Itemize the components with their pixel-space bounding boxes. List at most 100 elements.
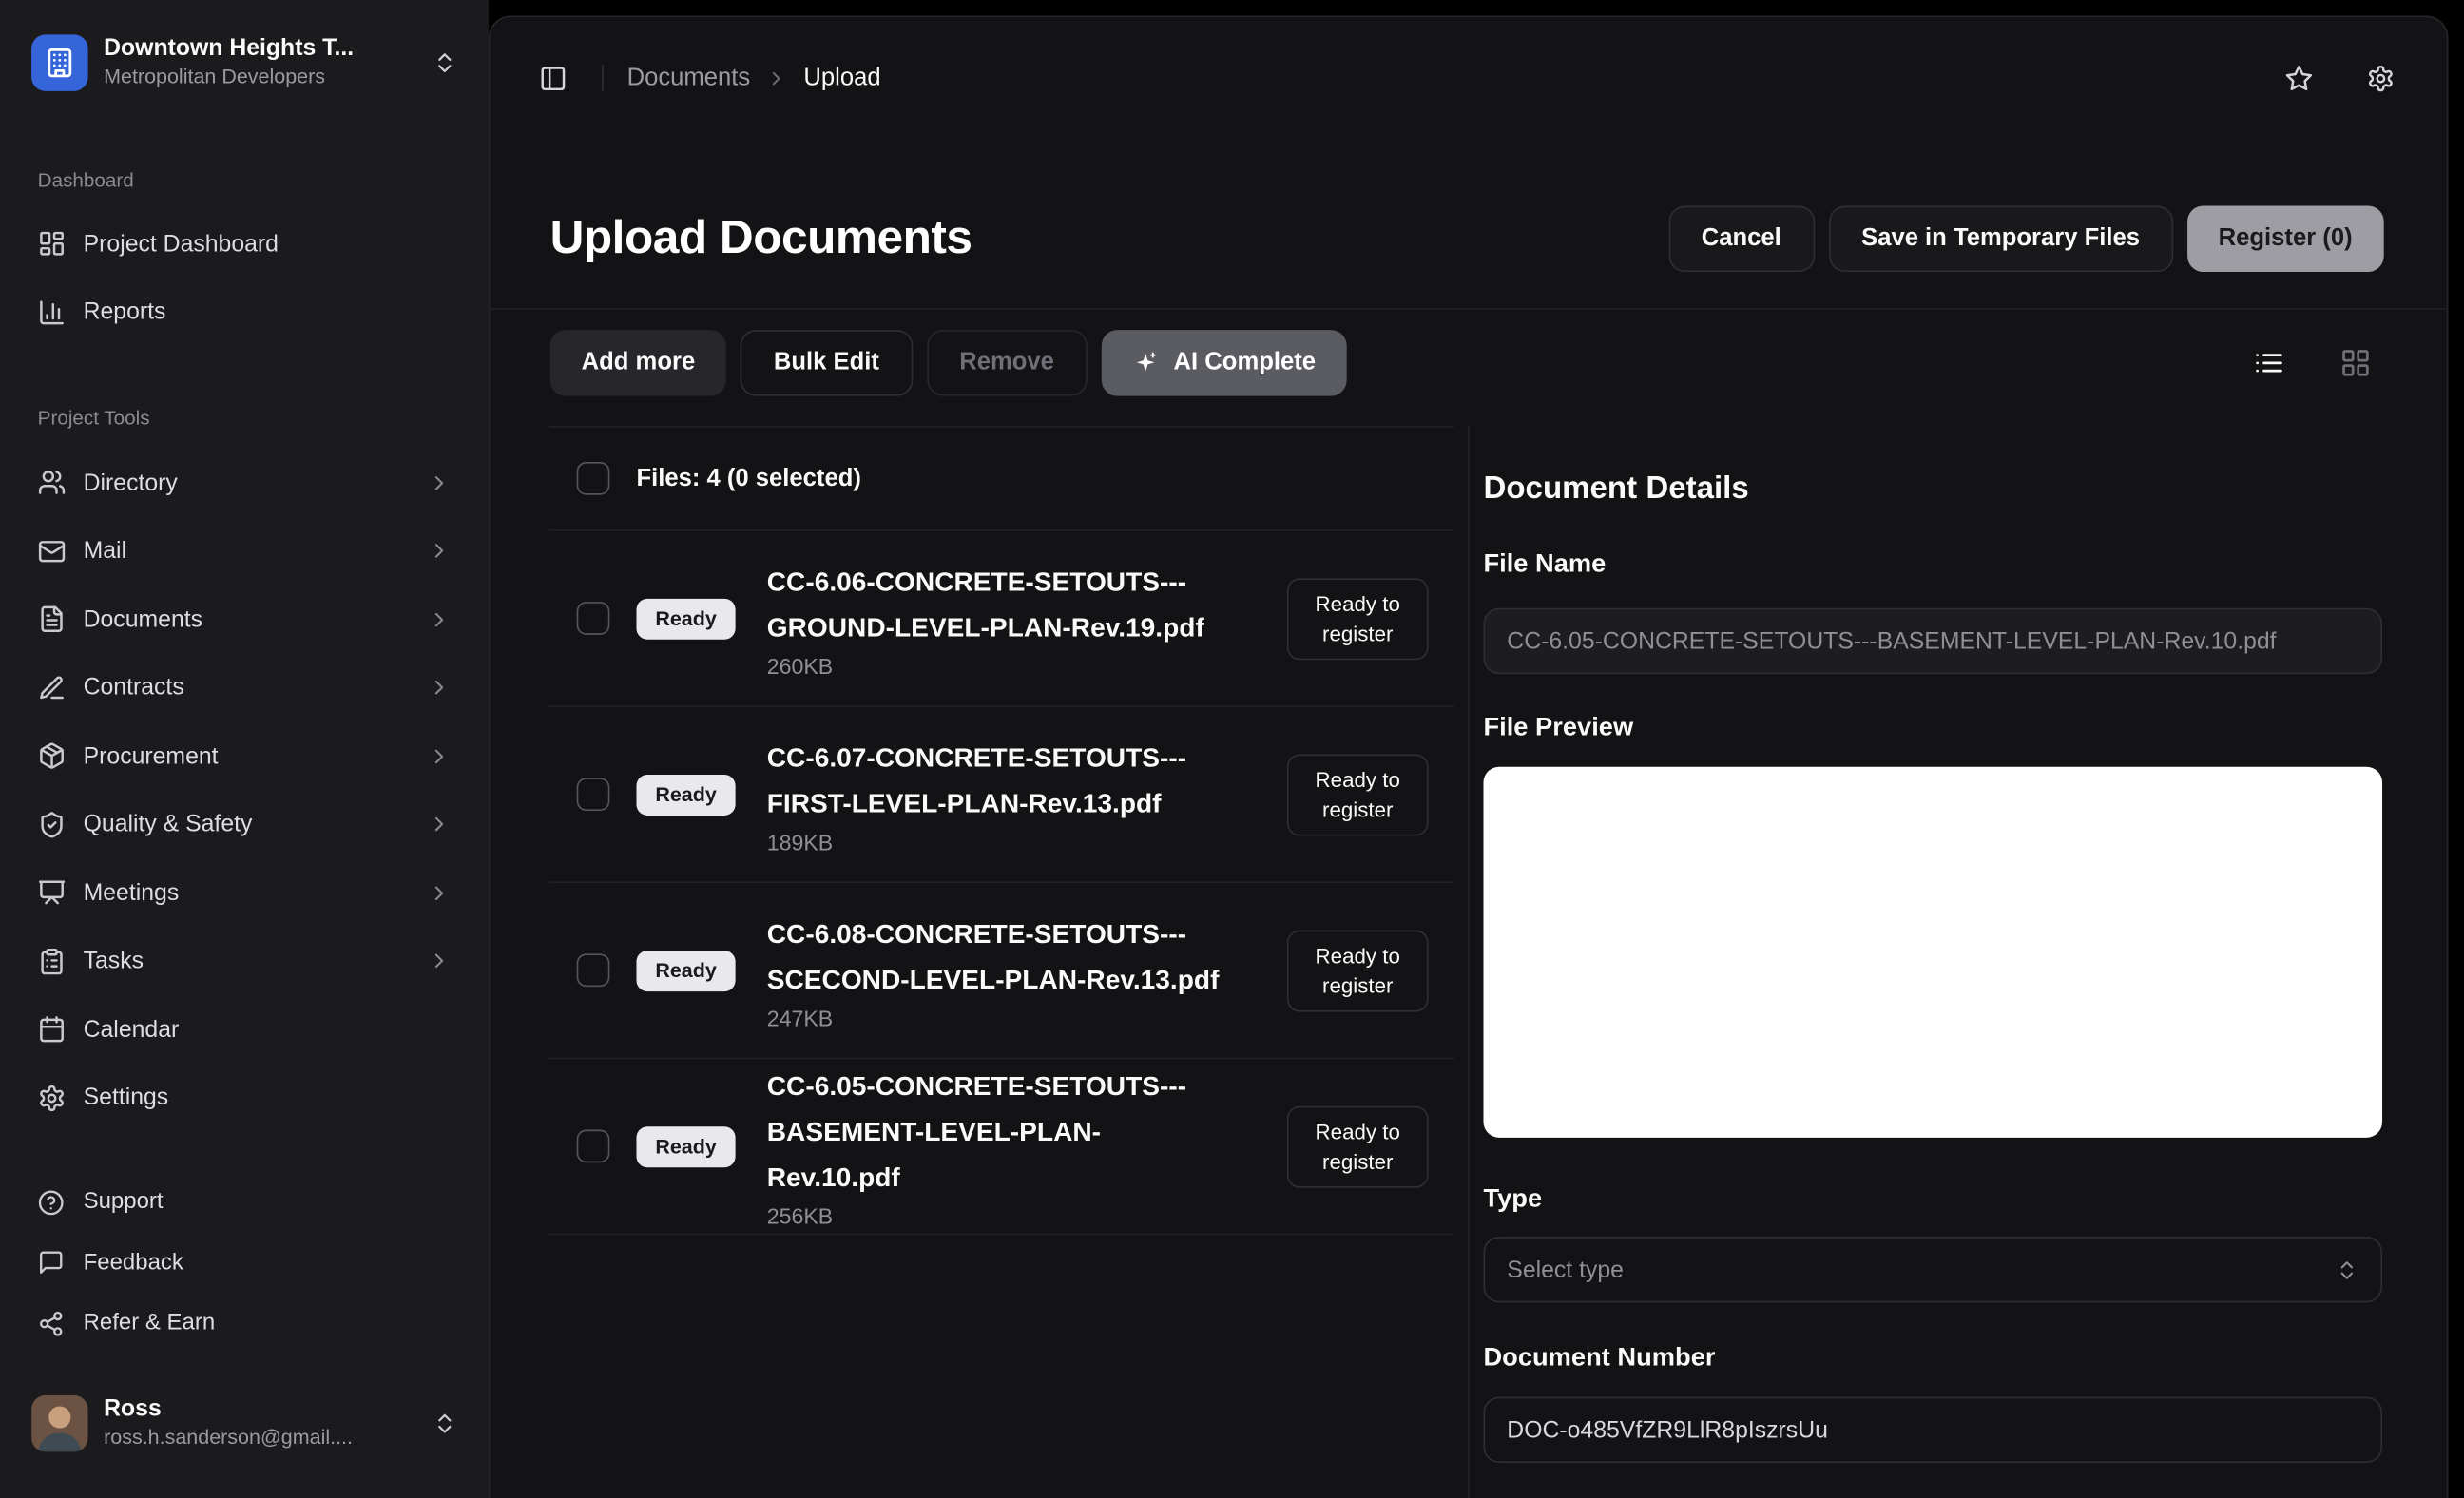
sidebar-item-reports[interactable]: Reports [25, 278, 463, 344]
document-number-input[interactable] [1483, 1397, 2382, 1463]
details-title: Document Details [1483, 467, 2382, 510]
sparkles-icon [1133, 351, 1158, 375]
sidebar-item-directory[interactable]: Directory [25, 450, 463, 515]
sidebar-item-refer-earn[interactable]: Refer & Earn [25, 1295, 463, 1352]
team-logo [31, 34, 88, 91]
sidebar-item-support[interactable]: Support [25, 1174, 463, 1231]
message-square-icon [38, 1249, 65, 1276]
sidebar-item-tasks[interactable]: Tasks [25, 928, 463, 993]
bulk-edit-button[interactable]: Bulk Edit [741, 330, 912, 395]
avatar-image [31, 1394, 88, 1451]
file-checkbox[interactable] [577, 602, 610, 635]
favorite-button[interactable] [2271, 49, 2328, 106]
content-divider [1468, 426, 1470, 1498]
type-select[interactable]: Select type [1483, 1237, 2382, 1302]
settings-button[interactable] [2353, 49, 2410, 106]
sidebar-item-label: Documents [84, 605, 202, 632]
file-row[interactable]: Ready CC-6.07-CONCRETE-SETOUTS---FIRST-L… [549, 707, 1453, 883]
breadcrumb-documents[interactable]: Documents [627, 64, 751, 92]
save-temporary-button[interactable]: Save in Temporary Files [1828, 205, 2172, 271]
user-menu[interactable]: Ross ross.h.sanderson@gmail.... [25, 1385, 463, 1460]
user-meta: Ross ross.h.sanderson@gmail.... [104, 1394, 416, 1451]
ready-to-register-button[interactable]: Ready to register [1287, 1105, 1429, 1187]
presentation-icon [38, 878, 67, 907]
file-size: 247KB [767, 1005, 1226, 1029]
file-checkbox[interactable] [577, 1130, 610, 1163]
team-switcher[interactable]: Downtown Heights T... Metropolitan Devel… [25, 22, 463, 104]
ready-to-register-button[interactable]: Ready to register [1287, 754, 1429, 835]
type-select-value: Select type [1507, 1257, 1624, 1283]
main-panel: Documents Upload Upload Documents [489, 16, 2448, 1498]
sidebar-item-label: Mail [84, 537, 126, 564]
type-label: Type [1483, 1180, 2382, 1218]
sidebar-item-procurement[interactable]: Procurement [25, 722, 463, 788]
file-text-icon [38, 605, 67, 633]
file-row[interactable]: Ready CC-6.06-CONCRETE-SETOUTS---GROUND-… [549, 531, 1453, 707]
section-label-project-tools: Project Tools [25, 404, 463, 432]
file-info: CC-6.07-CONCRETE-SETOUTS---FIRST-LEVEL-P… [767, 735, 1226, 855]
status-badge: Ready [636, 598, 735, 639]
gear-icon [2367, 64, 2396, 92]
file-checkbox[interactable] [577, 778, 610, 811]
page-header: Upload Documents Cancel Save in Temporar… [491, 168, 2447, 310]
file-size: 260KB [767, 653, 1226, 678]
dashboard-icon [38, 229, 67, 258]
sidebar-item-project-dashboard[interactable]: Project Dashboard [25, 211, 463, 277]
sidebar-item-documents[interactable]: Documents [25, 586, 463, 652]
list-view-button[interactable] [2241, 335, 2298, 392]
package-icon [38, 741, 67, 770]
sidebar-item-feedback[interactable]: Feedback [25, 1234, 463, 1291]
breadcrumb-upload: Upload [803, 64, 880, 92]
sidebar-item-quality-safety[interactable]: Quality & Safety [25, 791, 463, 856]
file-size: 256KB [767, 1203, 1226, 1228]
file-preview-label: File Preview [1483, 709, 2382, 747]
sidebar-item-mail[interactable]: Mail [25, 518, 463, 584]
file-size: 189KB [767, 829, 1226, 854]
register-button[interactable]: Register (0) [2187, 205, 2384, 271]
sidebar-item-label: Directory [84, 469, 178, 495]
user-email: ross.h.sanderson@gmail.... [104, 1424, 353, 1448]
file-name-input[interactable] [1483, 608, 2382, 674]
file-checkbox[interactable] [577, 953, 610, 987]
gear-icon [38, 1084, 67, 1112]
ai-complete-button[interactable]: AI Complete [1102, 330, 1348, 395]
sidebar-item-label: Procurement [84, 742, 219, 769]
sidebar-item-calendar[interactable]: Calendar [25, 996, 463, 1062]
shield-check-icon [38, 810, 67, 838]
chevrons-up-down-icon [433, 1411, 457, 1435]
status-badge: Ready [636, 774, 735, 815]
sidebar-toggle-button[interactable] [528, 52, 578, 103]
help-circle-icon [38, 1189, 65, 1216]
file-row[interactable]: Ready CC-6.05-CONCRETE-SETOUTS---BASEMEN… [549, 1059, 1453, 1235]
grid-view-button[interactable] [2327, 335, 2384, 392]
star-icon [2285, 64, 2314, 92]
chevron-right-icon [428, 607, 452, 631]
file-list: Files: 4 (0 selected) Ready CC-6.06-CONC… [549, 426, 1453, 1498]
select-all-checkbox[interactable] [577, 462, 610, 495]
add-more-button[interactable]: Add more [550, 330, 727, 395]
sidebar-item-label: Calendar [84, 1016, 180, 1043]
nav-group-footer: Support Feedback Refer & Earn [25, 1174, 463, 1355]
ready-to-register-button[interactable]: Ready to register [1287, 577, 1429, 659]
cancel-button[interactable]: Cancel [1668, 205, 1814, 271]
sidebar-item-label: Refer & Earn [84, 1311, 216, 1335]
chevron-right-icon [428, 881, 452, 905]
nav-group-project-tools: Directory Mail Documents [25, 450, 463, 1133]
file-row[interactable]: Ready CC-6.08-CONCRETE-SETOUTS---SCECOND… [549, 883, 1453, 1059]
topbar-actions [2271, 49, 2409, 106]
document-details-panel: Document Details File Name File Preview … [1483, 426, 2382, 1498]
toolbar: Add more Bulk Edit Remove AI Complete [491, 330, 2447, 395]
ready-to-register-button[interactable]: Ready to register [1287, 930, 1429, 1011]
sidebar-item-label: Contracts [84, 674, 184, 701]
remove-button[interactable]: Remove [927, 330, 1088, 395]
file-list-header: Files: 4 (0 selected) [549, 426, 1453, 531]
status-badge: Ready [636, 1125, 735, 1166]
sidebar-item-settings[interactable]: Settings [25, 1065, 463, 1130]
list-view-icon [2253, 347, 2284, 378]
sidebar-item-contracts[interactable]: Contracts [25, 654, 463, 720]
sidebar-item-meetings[interactable]: Meetings [25, 859, 463, 925]
share-icon [38, 1310, 65, 1336]
chevron-right-icon [428, 813, 452, 836]
calendar-icon [38, 1015, 67, 1044]
file-list-header-label: Files: 4 (0 selected) [636, 464, 860, 492]
